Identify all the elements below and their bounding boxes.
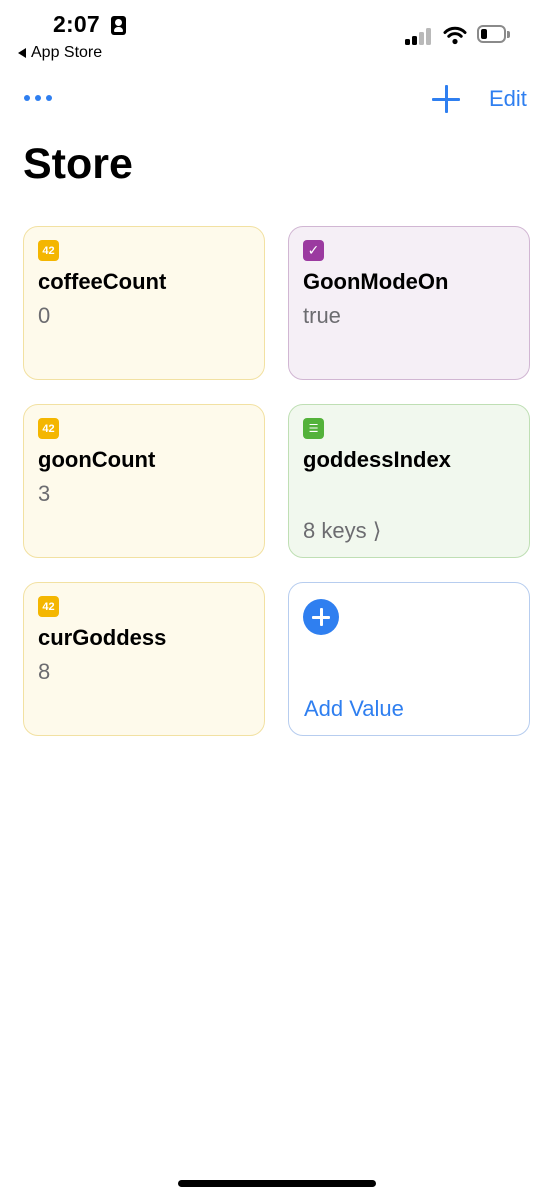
edit-button[interactable]: Edit (489, 86, 527, 112)
card-value: 3 (38, 481, 51, 506)
card-name: GoonModeOn (303, 269, 449, 294)
card-name: coffeeCount (38, 269, 167, 294)
card-name: goonCount (38, 447, 156, 472)
person-id-icon (111, 16, 126, 35)
battery-icon (477, 25, 510, 45)
page-title: Store (23, 140, 133, 188)
card-name: curGoddess (38, 625, 167, 650)
cellular-signal-icon (405, 27, 433, 45)
status-time: 2:07 (53, 11, 100, 37)
card-key-count: 8 keys ⟩ (303, 518, 382, 543)
back-to-app-link[interactable]: App Store (18, 44, 102, 62)
more-options-button[interactable] (24, 88, 52, 108)
back-app-label: App Store (31, 44, 103, 61)
add-value-label: Add Value (304, 696, 404, 721)
value-card-goon-count[interactable]: 42 goonCount 3 (23, 404, 265, 558)
plus-circle-icon (303, 599, 339, 635)
value-card-goon-mode-on[interactable]: ✓ GoonModeOn true (288, 226, 530, 380)
value-card-goddess-index[interactable]: ☰ goddessIndex 8 keys ⟩ (288, 404, 530, 558)
status-bar: 2:07 App Store (0, 0, 554, 70)
list-icon: ☰ (303, 418, 324, 439)
value-card-coffee-count[interactable]: 42 coffeeCount 0 (23, 226, 265, 380)
back-triangle-icon (18, 48, 26, 58)
card-value: true (303, 303, 341, 328)
wifi-icon (443, 26, 467, 45)
add-button[interactable] (432, 85, 460, 113)
card-value: 8 (38, 659, 51, 684)
checkbox-icon: ✓ (303, 240, 324, 261)
number-42-icon: 42 (38, 418, 59, 439)
ellipsis-icon (24, 95, 30, 101)
number-42-icon: 42 (38, 596, 59, 617)
card-name: goddessIndex (303, 447, 451, 472)
card-value: 0 (38, 303, 51, 328)
value-card-cur-goddess[interactable]: 42 curGoddess 8 (23, 582, 265, 736)
home-indicator[interactable] (178, 1180, 376, 1187)
number-42-icon: 42 (38, 240, 59, 261)
add-value-card[interactable]: Add Value (288, 582, 530, 736)
